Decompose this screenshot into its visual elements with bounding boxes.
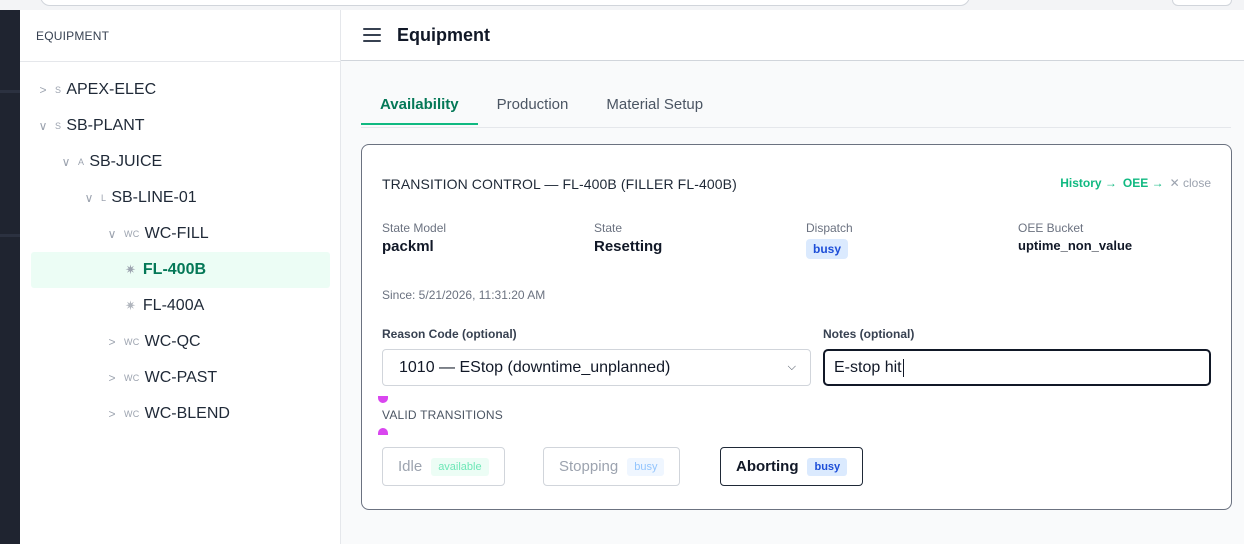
chevron-down-icon[interactable]: ∨ (105, 227, 119, 241)
status-badge: busy (627, 457, 665, 476)
tab-production[interactable]: Production (478, 96, 588, 125)
browser-button[interactable] (1172, 0, 1232, 6)
state-model-value: packml (382, 238, 434, 255)
tab-bar: Availability Production Material Setup (361, 96, 722, 125)
tree-item-wc-qc[interactable]: > WC WC-QC (20, 324, 330, 360)
type-tag: WC (124, 337, 140, 347)
type-tag: WC (124, 229, 140, 239)
type-tag: S (55, 85, 62, 95)
type-tag: L (101, 193, 107, 203)
address-bar[interactable] (40, 0, 970, 6)
gear-icon: ✷ (125, 262, 136, 277)
reason-code-value: 1010 — EStop (downtime_unplanned) (399, 358, 671, 376)
tree-item-label: SB-LINE-01 (111, 189, 197, 206)
type-tag: WC (124, 373, 140, 383)
chevron-down-icon[interactable]: ∨ (59, 155, 73, 169)
close-button[interactable]: ✕ close (1170, 176, 1211, 190)
tree-item-wc-blend[interactable]: > WC WC-BLEND (20, 396, 330, 432)
field-oee-bucket: OEE Bucket uptime_non_value (1018, 221, 1132, 253)
rail-divider (0, 90, 20, 93)
text-cursor (902, 358, 904, 377)
type-tag: WC (124, 409, 140, 419)
reason-code-label: Reason Code (optional) (382, 327, 517, 341)
topbar: Equipment (341, 10, 1244, 61)
dispatch-badge: busy (806, 239, 849, 259)
transition-idle-button[interactable]: Idle available (382, 447, 505, 486)
tabs-divider (361, 127, 1231, 128)
gear-icon: ✷ (125, 298, 136, 313)
transition-label: Idle (398, 458, 423, 475)
reason-code-select[interactable]: 1010 — EStop (downtime_unplanned) ⌵ (382, 349, 811, 386)
tree-item-sb-line-01[interactable]: ∨ L SB-LINE-01 (20, 180, 330, 216)
chevron-down-icon[interactable]: ∨ (82, 191, 96, 205)
equipment-tree: > S APEX-ELEC ∨ S SB-PLANT ∨ A SB-JUICE … (20, 62, 340, 432)
rail-divider (0, 234, 20, 237)
tab-material-setup[interactable]: Material Setup (587, 96, 722, 125)
tree-item-label: WC-QC (144, 333, 201, 350)
chevron-right-icon[interactable]: > (36, 83, 50, 97)
resize-handle-bottom[interactable] (378, 428, 388, 435)
chevron-right-icon[interactable]: > (105, 335, 119, 349)
field-dispatch: Dispatch busy (806, 221, 853, 259)
notes-value: E-stop hit (834, 358, 902, 376)
resize-handle-top[interactable] (378, 396, 388, 403)
tree-item-fl-400b[interactable]: ✷ FL-400B (31, 252, 330, 288)
equipment-sidebar: EQUIPMENT > S APEX-ELEC ∨ S SB-PLANT ∨ A… (20, 10, 341, 544)
field-label: State (594, 221, 623, 235)
notes-input[interactable]: E-stop hit (823, 349, 1211, 386)
chevron-down-icon[interactable]: ∨ (36, 119, 50, 133)
browser-strip (0, 0, 1244, 10)
type-tag: A (78, 157, 85, 167)
status-badge: busy (807, 457, 848, 476)
tab-availability[interactable]: Availability (361, 96, 478, 125)
field-state: State Resetting (594, 221, 662, 255)
tree-item-label: WC-BLEND (144, 405, 230, 422)
tree-item-wc-fill[interactable]: ∨ WC WC-FILL (20, 216, 330, 252)
card-links: History → OEE → ✕ close (1060, 176, 1211, 190)
tree-item-label: SB-JUICE (89, 153, 163, 170)
field-label: Dispatch (806, 221, 853, 235)
since-timestamp: Since: 5/21/2026, 11:31:20 AM (382, 288, 546, 302)
tree-item-label: SB-PLANT (66, 117, 145, 134)
page-title: Equipment (397, 24, 490, 45)
tree-item-label: WC-PAST (144, 369, 218, 386)
oee-link[interactable]: OEE → (1123, 176, 1164, 190)
main-panel: Equipment Availability Production Materi… (341, 10, 1244, 544)
tree-item-label: FL-400B (142, 261, 207, 278)
field-label: OEE Bucket (1018, 221, 1084, 235)
tree-item-sb-juice[interactable]: ∨ A SB-JUICE (20, 144, 330, 180)
tree-item-label: FL-400A (142, 297, 205, 314)
transition-stopping-button[interactable]: Stopping busy (543, 447, 681, 486)
history-link[interactable]: History → (1060, 176, 1117, 190)
tree-item-apex-elec[interactable]: > S APEX-ELEC (20, 72, 330, 108)
oee-bucket-value: uptime_non_value (1018, 238, 1133, 253)
menu-icon[interactable] (363, 28, 381, 42)
status-badge: available (431, 457, 489, 476)
transition-label: Aborting (736, 458, 799, 475)
transition-control-card: TRANSITION CONTROL — FL-400B (FILLER FL-… (361, 144, 1232, 510)
sidebar-header: EQUIPMENT (20, 10, 340, 62)
type-tag: S (55, 121, 62, 131)
left-rail (0, 10, 20, 544)
chevron-down-icon: ⌵ (787, 361, 796, 373)
tree-item-label: APEX-ELEC (66, 81, 157, 98)
tree-item-label: WC-FILL (144, 225, 209, 242)
state-value: Resetting (594, 238, 663, 255)
transition-label: Stopping (559, 458, 619, 475)
tree-item-fl-400a[interactable]: ✷ FL-400A (20, 288, 330, 324)
transition-aborting-button[interactable]: Aborting busy (720, 447, 864, 486)
tree-item-sb-plant[interactable]: ∨ S SB-PLANT (20, 108, 330, 144)
chevron-right-icon[interactable]: > (105, 407, 119, 421)
chevron-right-icon[interactable]: > (105, 371, 119, 385)
field-state-model: State Model packml (382, 221, 446, 255)
valid-transitions-label: VALID TRANSITIONS (382, 408, 503, 422)
notes-label: Notes (optional) (823, 327, 915, 341)
card-title: TRANSITION CONTROL — FL-400B (FILLER FL-… (382, 176, 737, 192)
field-label: State Model (382, 221, 447, 235)
tree-item-wc-past[interactable]: > WC WC-PAST (20, 360, 330, 396)
